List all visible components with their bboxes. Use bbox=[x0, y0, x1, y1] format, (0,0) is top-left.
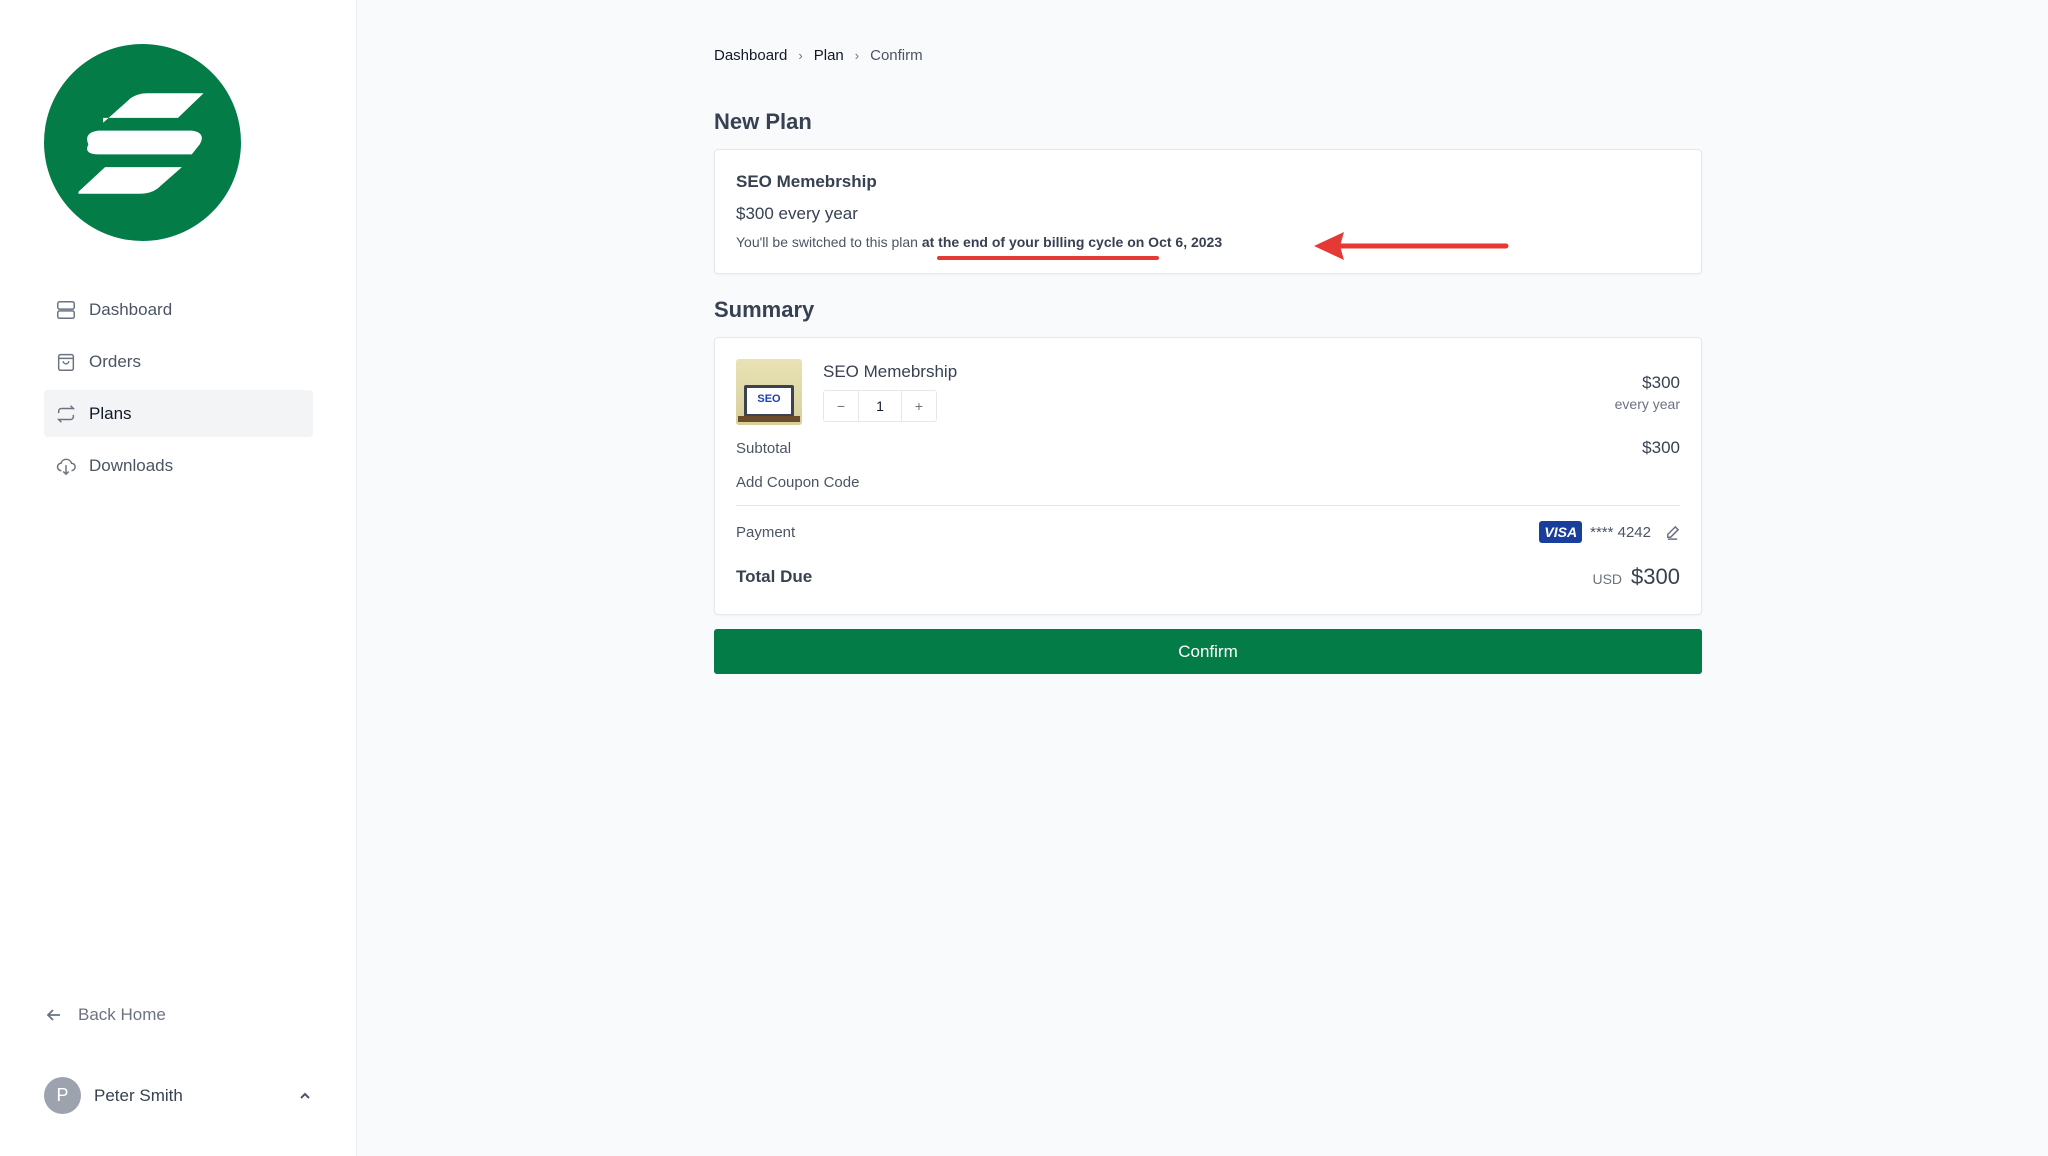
product-name: SEO Memebrship bbox=[823, 362, 958, 381]
edit-pencil-icon[interactable] bbox=[1665, 525, 1680, 540]
chevron-right-icon: › bbox=[798, 48, 803, 63]
total-amount: $300 bbox=[1631, 564, 1680, 589]
product-image-text: SEO bbox=[744, 385, 794, 417]
notice-text: You'll be switched to this plan bbox=[736, 234, 922, 250]
arrow-left-icon bbox=[46, 1009, 60, 1021]
back-home-link[interactable]: Back Home bbox=[46, 1005, 166, 1025]
divider bbox=[736, 505, 1680, 506]
breadcrumb-dashboard[interactable]: Dashboard bbox=[714, 47, 787, 64]
logo[interactable] bbox=[44, 44, 241, 241]
card-number: **** 4242 bbox=[1590, 523, 1651, 541]
user-name: Peter Smith bbox=[94, 1085, 183, 1105]
server-icon bbox=[57, 300, 75, 319]
decrement-button[interactable]: − bbox=[824, 391, 858, 421]
chevron-up-icon[interactable] bbox=[297, 1088, 313, 1104]
plan-price: $300 every year bbox=[736, 204, 858, 223]
visa-icon: VISA bbox=[1539, 521, 1583, 543]
increment-button[interactable]: + bbox=[902, 391, 936, 421]
sidebar-item-label: Dashboard bbox=[89, 299, 173, 319]
new-plan-card: SEO Memebrship $300 every year You'll be… bbox=[714, 149, 1702, 274]
breadcrumb: Dashboard › Plan › Confirm bbox=[714, 47, 923, 64]
sidebar-item-dashboard[interactable]: Dashboard bbox=[44, 286, 313, 333]
sidebar-nav: Dashboard Orders Plans Downloads bbox=[44, 286, 313, 494]
breadcrumb-confirm: Confirm bbox=[870, 47, 923, 64]
sidebar-item-orders[interactable]: Orders bbox=[44, 338, 313, 385]
cloud-download-icon bbox=[56, 458, 76, 475]
plan-name: SEO Memebrship bbox=[736, 172, 877, 191]
payment-label: Payment bbox=[736, 523, 796, 541]
arrows-repeat-icon bbox=[56, 404, 76, 423]
add-coupon-link[interactable]: Add Coupon Code bbox=[736, 474, 859, 491]
sidebar-item-downloads[interactable]: Downloads bbox=[44, 442, 313, 489]
subtotal-row: Subtotal $300 bbox=[736, 438, 1680, 458]
product-price: $300 every year bbox=[1615, 373, 1680, 412]
quantity-input[interactable]: 1 bbox=[858, 391, 902, 421]
quantity-stepper: − 1 + bbox=[823, 390, 937, 422]
price-period: every year bbox=[1614, 396, 1680, 412]
summary-heading: Summary bbox=[714, 297, 815, 322]
payment-method: VISA **** 4242 bbox=[1539, 521, 1680, 543]
notice-bold: at the end of your billing cycle on Oct … bbox=[921, 234, 1223, 250]
total-row: Total Due USD $300 bbox=[736, 564, 1680, 590]
payment-row: Payment VISA **** 4242 bbox=[736, 521, 1680, 543]
price-amount: $300 bbox=[1642, 373, 1680, 392]
user-menu[interactable]: P Peter Smith bbox=[44, 1077, 313, 1114]
new-plan-heading: New Plan bbox=[714, 109, 812, 134]
plan-switch-notice: You'll be switched to this plan at the e… bbox=[736, 234, 1680, 250]
sidebar-item-plans[interactable]: Plans bbox=[44, 390, 313, 437]
sidebar-item-label: Plans bbox=[89, 403, 132, 423]
summary-card: SEO SEO Memebrship − 1 + $300 every year… bbox=[714, 337, 1702, 615]
sidebar: Dashboard Orders Plans Downloads Back Ho… bbox=[0, 0, 357, 1156]
avatar: P bbox=[44, 1077, 81, 1114]
subtotal-label: Subtotal bbox=[736, 439, 792, 457]
confirm-button[interactable]: Confirm bbox=[714, 629, 1702, 674]
chevron-right-icon: › bbox=[854, 48, 860, 63]
breadcrumb-plan[interactable]: Plan bbox=[814, 47, 844, 64]
sidebar-item-label: Downloads bbox=[89, 455, 174, 475]
currency: USD bbox=[1592, 571, 1623, 587]
product-image: SEO bbox=[736, 359, 802, 425]
shopping-bag-icon bbox=[57, 353, 75, 371]
total-label: Total Due bbox=[736, 567, 813, 586]
subtotal-value: $300 bbox=[1642, 438, 1680, 457]
back-home-label: Back Home bbox=[78, 1005, 166, 1024]
sidebar-item-label: Orders bbox=[89, 351, 141, 371]
